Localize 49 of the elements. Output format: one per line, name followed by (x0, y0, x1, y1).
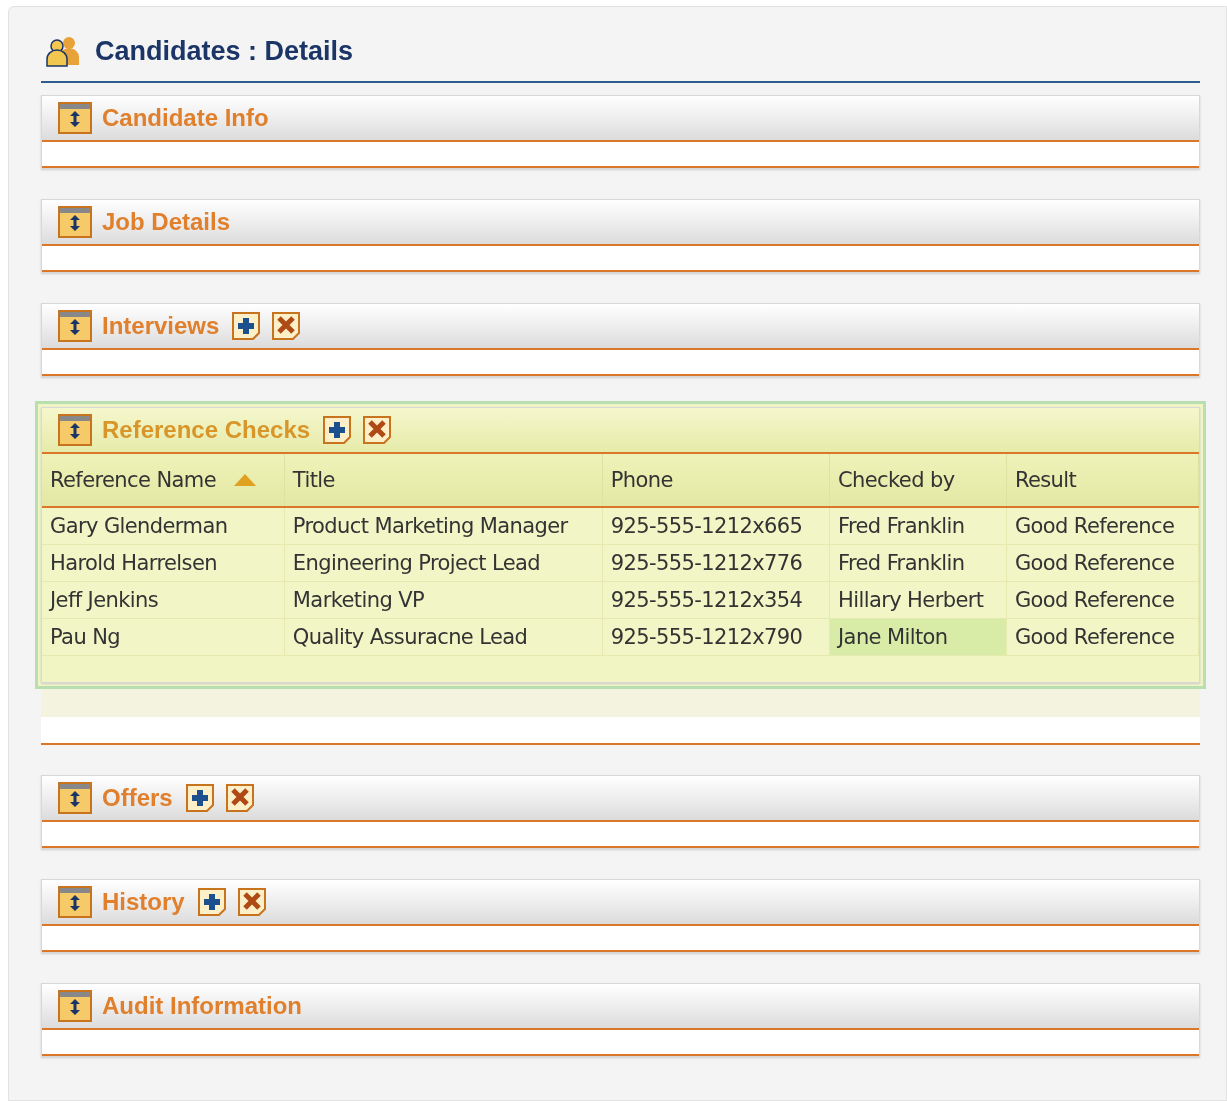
column-header[interactable]: Result (1006, 454, 1199, 507)
table-cell: Jane Milton (829, 618, 1007, 656)
table-cell: Good Reference (1006, 581, 1199, 619)
section-title: Candidate Info (102, 104, 269, 132)
expand-collapse-icon[interactable] (58, 102, 92, 134)
people-icon (45, 35, 81, 67)
page-title: Candidates : Details (95, 35, 354, 67)
section-title: Reference Checks (102, 416, 311, 444)
table-cell: Good Reference (1006, 507, 1199, 545)
delete-button[interactable] (236, 887, 267, 917)
add-button[interactable] (231, 311, 262, 341)
delete-button[interactable] (271, 311, 302, 341)
add-button[interactable] (184, 783, 215, 813)
expand-collapse-icon[interactable] (58, 310, 92, 342)
expand-collapse-icon[interactable] (58, 990, 92, 1022)
table-cell: Jeff Jenkins (42, 581, 285, 619)
section-title: History (102, 888, 185, 916)
table-cell: Fred Franklin (829, 507, 1007, 545)
table-cell: 925-555-1212x790 (602, 618, 830, 656)
table-cell: Product Marketing Manager (284, 507, 603, 545)
table-cell: Good Reference (1006, 618, 1199, 656)
delete-button[interactable] (224, 783, 255, 813)
table-cell: Harold Harrelsen (42, 544, 285, 582)
delete-button[interactable] (362, 415, 393, 445)
expand-collapse-icon[interactable] (58, 414, 92, 446)
table-cell: Hillary Herbert (829, 581, 1007, 619)
add-button[interactable] (322, 415, 353, 445)
section-title: Job Details (102, 208, 231, 236)
table-cell: 925-555-1212x354 (602, 581, 830, 619)
table-cell: Fred Franklin (829, 544, 1007, 582)
column-header[interactable]: Phone (602, 454, 830, 507)
column-header[interactable]: Title (284, 454, 603, 507)
section-title: Audit Information (102, 992, 302, 1020)
table-cell: 925-555-1212x665 (602, 507, 830, 545)
table-cell: 925-555-1212x776 (602, 544, 830, 582)
expand-collapse-icon[interactable] (58, 206, 92, 238)
table-cell: Good Reference (1006, 544, 1199, 582)
table-cell: Engineering Project Lead (284, 544, 603, 582)
table-cell: Gary Glenderman (42, 507, 285, 545)
section-title: Interviews (102, 312, 220, 340)
table-cell: Quality Assuracne Lead (284, 618, 603, 656)
expand-collapse-icon[interactable] (58, 886, 92, 918)
table-cell: Pau Ng (42, 618, 285, 656)
table-cell: Marketing VP (284, 581, 603, 619)
column-header[interactable]: Reference Name (42, 454, 285, 507)
section-title: Offers (102, 784, 173, 812)
column-header[interactable]: Checked by (829, 454, 1007, 507)
expand-collapse-icon[interactable] (58, 782, 92, 814)
add-button[interactable] (196, 887, 227, 917)
